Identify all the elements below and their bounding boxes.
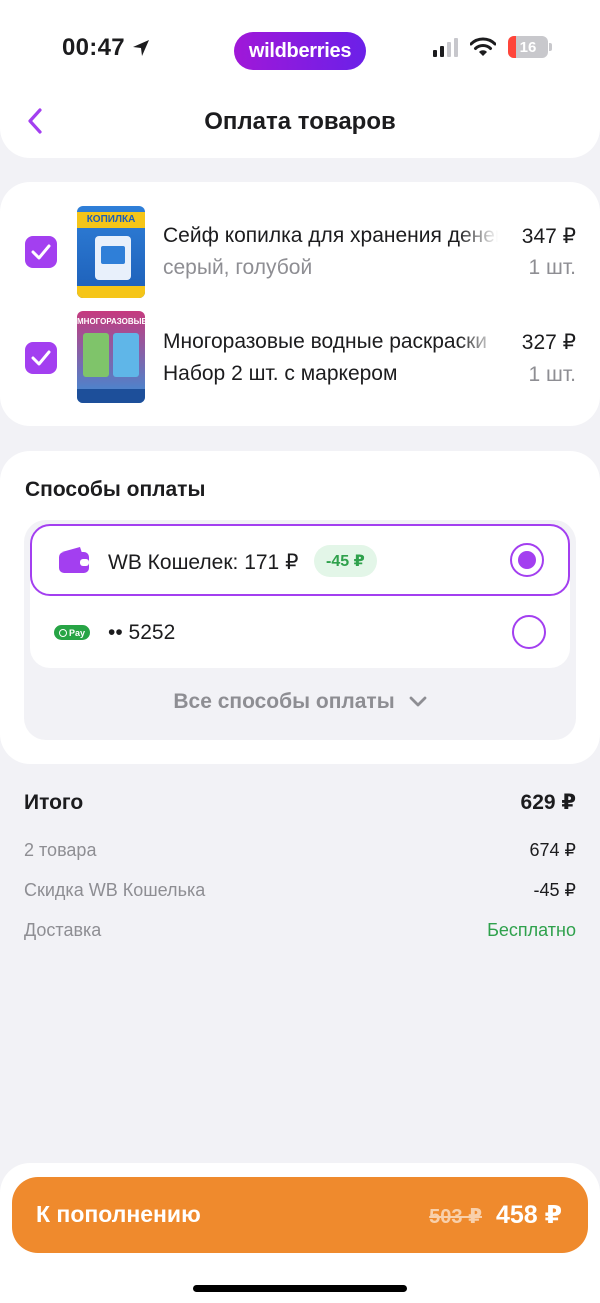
product-name: Многоразовые водные раскраски Набор 2 шт… — [163, 326, 498, 390]
wifi-icon — [470, 37, 496, 56]
all-payment-methods-button[interactable]: Все способы оплаты — [24, 690, 576, 714]
summary-label: Скидка WB Кошелька — [24, 880, 206, 900]
total-label: Итого — [24, 790, 84, 814]
old-price: 503 ₽ — [429, 1206, 482, 1228]
product-image[interactable]: КОПИЛКА — [77, 206, 145, 298]
total-value: 629 ₽ — [520, 791, 576, 814]
summary-row-discount: Скидка WB Кошелька -45 ₽ — [24, 880, 576, 901]
product-name: Сейф копилка для хранения денег — [163, 220, 498, 252]
status-time: 00:47 — [62, 34, 151, 62]
payment-option-label: WB Кошелек: 171 ₽ — [108, 551, 299, 574]
page-title: Оплата товаров — [204, 108, 396, 135]
header: 00:47 wildberries 16 Оплата товаров — [0, 0, 600, 158]
payment-option-card[interactable]: Pay •• 5252 — [30, 596, 570, 668]
delivery-value: Бесплатно — [487, 920, 576, 940]
battery-level: 16 — [519, 38, 537, 56]
radio-dot — [518, 551, 536, 569]
payment-option-label: •• 5252 — [108, 621, 176, 644]
payment-option-wallet[interactable]: WB Кошелек: 171 ₽ -45 ₽ — [30, 524, 570, 596]
product-price: 347 ₽ — [521, 225, 576, 248]
product-image-label: МНОГОРАЗОВЫЕ — [77, 317, 145, 326]
product-checkbox[interactable] — [25, 236, 57, 268]
summary-label: 2 товара — [24, 840, 97, 860]
product-image-label: КОПИЛКА — [77, 212, 145, 228]
checkmark-icon — [31, 244, 51, 260]
cellular-signal-icon — [433, 37, 458, 57]
discount-badge: -45 ₽ — [314, 545, 377, 577]
gpay-check-icon — [58, 628, 67, 637]
product-quantity: 1 шт. — [528, 256, 577, 279]
product-item[interactable]: МНОГОРАЗОВЫЕ Многоразовые водные раскрас… — [0, 311, 600, 407]
product-item[interactable]: КОПИЛКА Сейф копилка для хранения денег … — [0, 204, 600, 300]
location-arrow-icon — [132, 40, 149, 56]
summary-value: -45 ₽ — [533, 880, 576, 900]
brand-logo: wildberries — [234, 32, 366, 70]
total-row: Итого 629 ₽ — [24, 790, 576, 815]
status-icons: 16 — [433, 36, 552, 58]
radio-selected[interactable] — [510, 543, 544, 577]
product-variant: серый, голубой — [163, 256, 313, 279]
product-quantity: 1 шт. — [528, 363, 577, 386]
product-image[interactable]: МНОГОРАЗОВЫЕ — [77, 311, 145, 403]
gpay-icon: Pay — [54, 625, 90, 640]
safe-picture — [95, 236, 131, 280]
pay-button-label: К пополнению — [36, 1201, 201, 1227]
wallet-icon — [59, 547, 89, 573]
summary-row-items: 2 товара 674 ₽ — [24, 840, 576, 861]
product-price: 327 ₽ — [521, 331, 576, 354]
product-checkbox[interactable] — [25, 342, 57, 374]
summary-label: Доставка — [24, 920, 102, 940]
summary-row-delivery: Доставка Бесплатно — [24, 920, 576, 941]
status-time-text: 00:47 — [62, 34, 125, 61]
checkmark-icon — [31, 350, 51, 366]
gpay-icon-label: Pay — [68, 627, 85, 638]
all-payment-methods-label: Все способы оплаты — [173, 690, 395, 713]
payment-methods-title: Способы оплаты — [25, 478, 206, 501]
radio-unselected[interactable] — [512, 615, 546, 649]
top-up-pay-button[interactable]: К пополнению 503 ₽ 458 ₽ — [12, 1177, 588, 1253]
new-price: 458 ₽ — [495, 1201, 562, 1229]
chevron-down-icon — [409, 696, 427, 707]
battery-icon: 16 — [508, 36, 552, 58]
home-indicator[interactable] — [193, 1285, 407, 1292]
summary-value: 674 ₽ — [529, 840, 577, 860]
